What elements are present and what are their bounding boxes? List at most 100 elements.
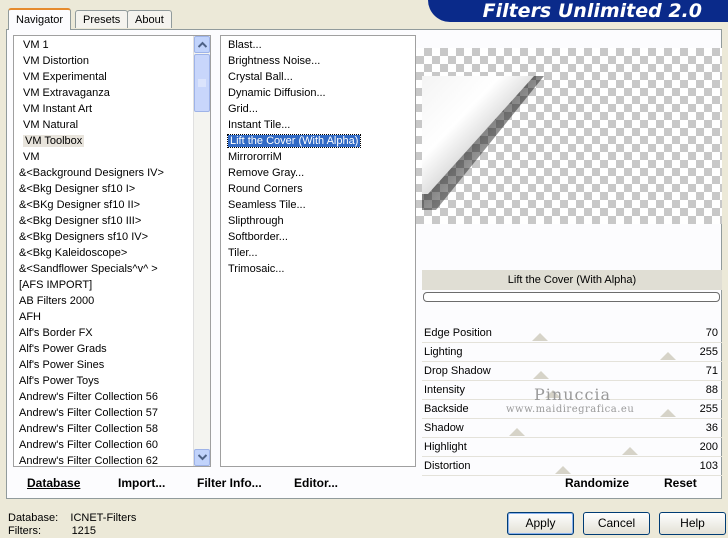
filter-item[interactable]: Grid... xyxy=(221,101,415,117)
scroll-down-button[interactable] xyxy=(194,449,210,466)
filter-item[interactable]: Dynamic Diffusion... xyxy=(221,85,415,101)
scroll-up-button[interactable] xyxy=(194,36,210,53)
import-button[interactable]: Import... xyxy=(118,476,165,490)
category-item[interactable]: Andrew's Filter Collection 60 xyxy=(14,437,210,453)
param-row[interactable]: Highlight 200 xyxy=(422,438,722,457)
category-item[interactable]: Andrew's Filter Collection 57 xyxy=(14,405,210,421)
filter-item[interactable]: Softborder... xyxy=(221,229,415,245)
param-row[interactable]: Distortion 103 xyxy=(422,457,722,476)
filter-item[interactable]: Crystal Ball... xyxy=(221,69,415,85)
filter-item[interactable]: Lift the Cover (With Alpha) xyxy=(221,133,415,149)
filter-item-label: Dynamic Diffusion... xyxy=(228,87,326,99)
param-value: 103 xyxy=(699,460,718,472)
param-slider-knob[interactable] xyxy=(621,447,638,455)
apply-button[interactable]: Apply xyxy=(507,512,574,535)
filter-item-label: Grid... xyxy=(228,103,258,115)
filter-item[interactable]: Seamless Tile... xyxy=(221,197,415,213)
randomize-button[interactable]: Randomize xyxy=(565,476,629,490)
tab-about[interactable]: About xyxy=(127,10,172,28)
param-name: Lighting xyxy=(424,346,463,358)
param-row[interactable]: Lighting 255 xyxy=(422,343,722,362)
editor-button[interactable]: Editor... xyxy=(294,476,338,490)
filter-item-label: Instant Tile... xyxy=(228,119,291,131)
param-row[interactable]: Drop Shadow 71 xyxy=(422,362,722,381)
param-name: Drop Shadow xyxy=(424,365,491,377)
chevron-up-icon xyxy=(198,41,207,48)
param-value: 71 xyxy=(705,365,718,377)
category-scrollbar[interactable] xyxy=(193,36,210,466)
category-item-label: AFH xyxy=(19,311,41,323)
category-item[interactable]: &<Sandflower Specials^v^ > xyxy=(14,261,210,277)
param-slider-knob[interactable] xyxy=(555,466,572,474)
scroll-thumb[interactable] xyxy=(194,54,210,112)
filter-item[interactable]: Brightness Noise... xyxy=(221,53,415,69)
param-row[interactable]: Edge Position 70 xyxy=(422,324,722,343)
current-filter-label: Lift the Cover (With Alpha) xyxy=(422,270,722,290)
category-item[interactable]: VM xyxy=(14,149,210,165)
param-name: Shadow xyxy=(424,422,464,434)
category-item[interactable]: Alf's Power Toys xyxy=(14,373,210,389)
category-item-label: Alf's Border FX xyxy=(19,327,93,339)
category-item[interactable]: Andrew's Filter Collection 58 xyxy=(14,421,210,437)
tab-presets[interactable]: Presets xyxy=(75,10,129,28)
filter-item[interactable]: Slipthrough xyxy=(221,213,415,229)
filter-item-label: MirrororriM xyxy=(228,151,282,163)
param-slider-knob[interactable] xyxy=(532,333,549,341)
category-item[interactable]: VM 1 xyxy=(14,37,210,53)
tab-navigator[interactable]: Navigator xyxy=(8,8,72,30)
category-item[interactable]: AB Filters 2000 xyxy=(14,293,210,309)
database-button[interactable]: Database xyxy=(27,476,80,490)
category-item-label: &<Bkg Designer sf10 III> xyxy=(19,215,142,227)
category-item[interactable]: &<Bkg Designers sf10 IV> xyxy=(14,229,210,245)
category-item-label: VM Toolbox xyxy=(23,135,85,147)
category-item[interactable]: &<Bkg Designer sf10 III> xyxy=(14,213,210,229)
category-item[interactable]: Alf's Power Grads xyxy=(14,341,210,357)
param-row[interactable]: Shadow 36 xyxy=(422,419,722,438)
cancel-button[interactable]: Cancel xyxy=(583,512,650,535)
filters-count-value: 1215 xyxy=(71,525,97,537)
category-item[interactable]: [AFS IMPORT] xyxy=(14,277,210,293)
category-item-label: Andrew's Filter Collection 58 xyxy=(19,423,159,435)
param-slider-knob[interactable] xyxy=(508,428,525,436)
category-list[interactable]: VM 1 VM Distortion VM Experimental VM Extra… xyxy=(13,35,211,467)
watermark-site: www.maidiregrafica.eu xyxy=(506,404,635,415)
help-button[interactable]: Help xyxy=(659,512,726,535)
filter-item[interactable]: MirrororriM xyxy=(221,149,415,165)
category-item[interactable]: Alf's Power Sines xyxy=(14,357,210,373)
category-item[interactable]: &<Background Designers IV> xyxy=(14,165,210,181)
category-item-label: VM Instant Art xyxy=(23,103,93,115)
category-item[interactable]: VM Natural xyxy=(14,117,210,133)
filter-item-label: Tiler... xyxy=(228,247,258,259)
filter-item[interactable]: Blast... xyxy=(221,37,415,53)
category-item[interactable]: VM Toolbox xyxy=(14,133,210,149)
category-item[interactable]: &<Bkg Kaleidoscope> xyxy=(14,245,210,261)
category-item-label: Alf's Power Toys xyxy=(19,375,100,387)
param-name: Highlight xyxy=(424,441,467,453)
filter-item[interactable]: Remove Gray... xyxy=(221,165,415,181)
param-slider-knob[interactable] xyxy=(660,409,676,417)
category-item[interactable]: Andrew's Filter Collection 56 xyxy=(14,389,210,405)
filter-item-label: Trimosaic... xyxy=(228,263,285,275)
category-item[interactable]: AFH xyxy=(14,309,210,325)
category-item[interactable]: VM Extravaganza xyxy=(14,85,210,101)
chevron-down-icon xyxy=(198,454,207,461)
category-item[interactable]: &<Bkg Designer sf10 I> xyxy=(14,181,210,197)
category-item[interactable]: VM Instant Art xyxy=(14,101,210,117)
param-value: 36 xyxy=(705,422,718,434)
filter-item[interactable]: Instant Tile... xyxy=(221,117,415,133)
reset-button[interactable]: Reset xyxy=(664,476,697,490)
category-item[interactable]: Alf's Border FX xyxy=(14,325,210,341)
category-item[interactable]: VM Distortion xyxy=(14,53,210,69)
filter-item[interactable]: Tiler... xyxy=(221,245,415,261)
param-slider-knob[interactable] xyxy=(660,352,676,360)
filter-item-label: Round Corners xyxy=(228,183,303,195)
category-item[interactable]: VM Experimental xyxy=(14,69,210,85)
category-item-label: &<Bkg Kaleidoscope> xyxy=(19,247,128,259)
filter-info-button[interactable]: Filter Info... xyxy=(197,476,262,490)
filter-list[interactable]: Blast... Brightness Noise... Crystal Ball.… xyxy=(220,35,416,467)
category-item[interactable]: Andrew's Filter Collection 62 xyxy=(14,453,210,466)
filter-item[interactable]: Trimosaic... xyxy=(221,261,415,277)
category-item[interactable]: &<BKg Designer sf10 II> xyxy=(14,197,210,213)
filter-item[interactable]: Round Corners xyxy=(221,181,415,197)
param-slider-knob[interactable] xyxy=(532,371,549,379)
